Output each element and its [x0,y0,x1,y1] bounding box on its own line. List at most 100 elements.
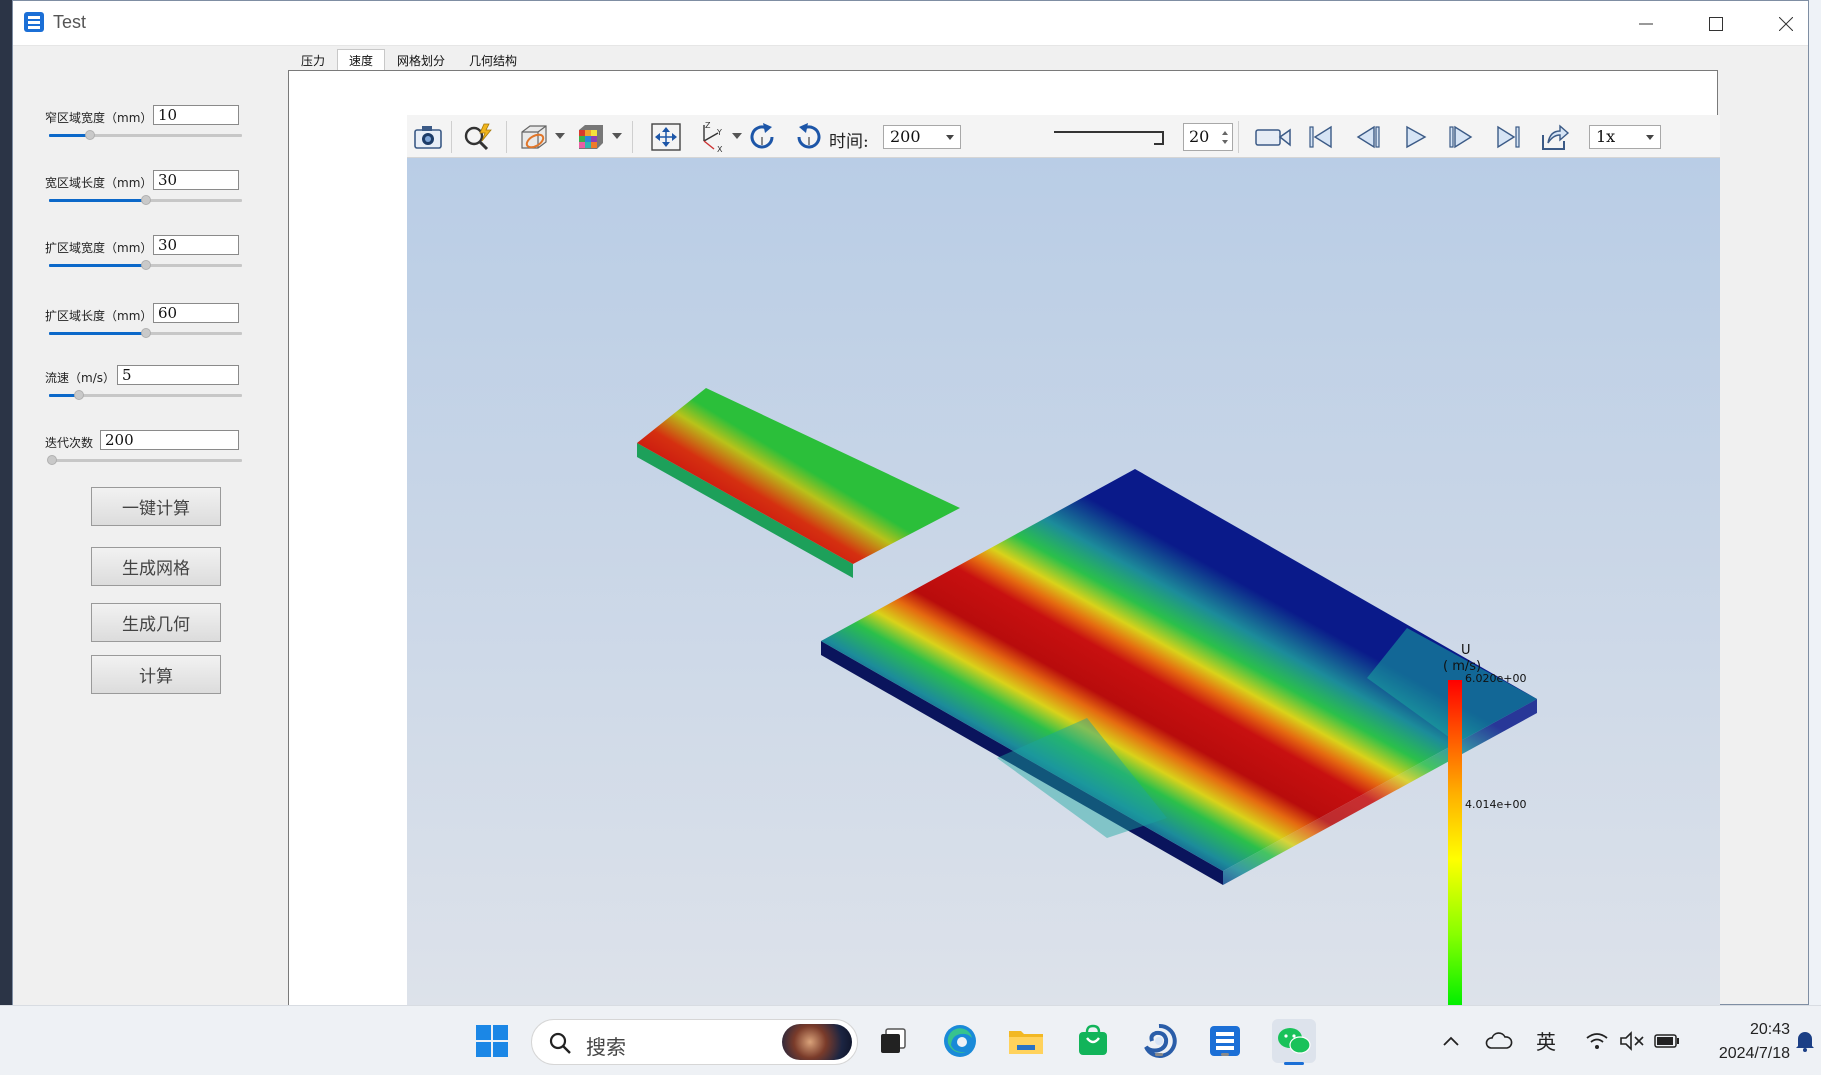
param-label: 窄区域宽度（mm） [45,111,153,125]
bell-icon [1796,1032,1814,1052]
toolbar-separator [1238,121,1239,153]
flow-speed-input[interactable]: 5 [117,365,239,385]
generate-geometry-button[interactable]: 生成几何 [91,603,221,642]
compute-button[interactable]: 计算 [91,655,221,694]
slider-thumb[interactable] [141,328,151,338]
last-frame-icon [1497,125,1520,149]
clock[interactable]: 20:43 2024/7/18 [1700,1018,1790,1066]
legend-max-label: 6.020e+00 [1465,672,1526,685]
app-swirl-button[interactable] [1139,1021,1179,1061]
notification-button[interactable] [1790,1021,1820,1061]
play-button[interactable] [1398,121,1432,153]
narrow-width-input[interactable]: 10 [153,105,239,125]
frame-slider[interactable] [1054,129,1172,145]
axes-orientation-button[interactable]: Z Y X [695,121,729,153]
iterations-slider[interactable] [47,455,242,465]
rotate-ccw-button[interactable] [792,121,826,153]
rotate-cw-button[interactable] [745,121,779,153]
zoom-select-button[interactable] [461,121,495,153]
axes-dropdown-arrow[interactable] [732,133,742,139]
fit-view-button[interactable] [649,121,683,153]
next-frame-button[interactable] [1444,121,1478,153]
tab-pressure[interactable]: 压力 [289,49,337,71]
toolbar-separator [506,121,507,153]
narrow-width-slider[interactable] [49,130,242,140]
first-frame-button[interactable] [1304,121,1338,153]
expand-width-input[interactable]: 30 [153,235,239,255]
volume-button[interactable] [1612,1021,1652,1061]
network-button[interactable] [1577,1021,1617,1061]
color-dropdown-arrow[interactable] [612,133,622,139]
slider-fill [49,332,146,335]
svg-text:Z: Z [705,121,711,130]
tab-geometry[interactable]: 几何结构 [457,49,529,71]
minimize-icon [1639,23,1653,24]
last-frame-button[interactable] [1491,121,1525,153]
screenshot-button[interactable] [411,121,445,153]
render-canvas[interactable]: U ( m/s) 6.020e+00 4.014e+00 [407,158,1720,1006]
maximize-button[interactable] [1681,1,1751,46]
frame-slider-track [1054,131,1164,133]
running-indicator [1155,1053,1163,1056]
expand-length-input[interactable]: 60 [153,303,239,323]
slider-thumb[interactable] [141,260,151,270]
prev-frame-icon [1356,125,1380,149]
play-icon [1406,125,1427,149]
speed-select[interactable]: 1x [1589,125,1661,149]
export-button[interactable] [1538,121,1572,153]
flow-speed-slider[interactable] [49,390,242,400]
file-explorer-button[interactable] [1006,1021,1046,1061]
export-icon [1542,124,1570,150]
spin-up-icon[interactable] [1222,131,1228,135]
frame-slider-tick [1154,143,1164,145]
slider-thumb[interactable] [85,130,95,140]
clip-dropdown-arrow[interactable] [555,133,565,139]
tab-velocity[interactable]: 速度 [337,49,386,71]
spin-down-icon[interactable] [1222,140,1228,144]
one-click-compute-button[interactable]: 一键计算 [91,487,221,526]
prev-frame-button[interactable] [1351,121,1385,153]
start-button[interactable] [472,1021,512,1061]
wide-length-input[interactable]: 30 [153,170,239,190]
close-icon [1779,16,1793,31]
store-button[interactable] [1073,1021,1113,1061]
fit-view-icon [651,123,681,151]
zoom-select-icon [464,123,492,151]
wide-length-slider[interactable] [49,195,242,205]
time-select[interactable]: 200 [883,125,961,149]
frame-spinbox-value: 20 [1189,127,1210,146]
expand-length-slider[interactable] [49,328,242,338]
windows-icon [476,1025,508,1057]
frame-spinbox[interactable]: 20 [1183,123,1233,151]
onedrive-button[interactable] [1479,1021,1519,1061]
tab-meshing[interactable]: 网格划分 [385,49,457,71]
legend-field-name: U [1461,643,1471,658]
taskbar-search[interactable]: 搜索 [531,1019,858,1065]
iterations-input[interactable]: 200 [100,430,239,450]
edge-button[interactable] [940,1021,980,1061]
slider-thumb[interactable] [141,195,151,205]
generate-mesh-button[interactable]: 生成网格 [91,547,221,586]
clip-box-button[interactable] [517,121,551,153]
record-icon [1255,128,1291,147]
battery-icon [1654,1034,1679,1048]
ime-indicator[interactable]: 英 [1536,1026,1556,1055]
next-frame-icon [1449,125,1473,149]
battery-button[interactable] [1647,1021,1687,1061]
show-hidden-icons-button[interactable] [1431,1021,1471,1061]
maximize-icon [1709,16,1723,31]
test-app-button[interactable] [1205,1021,1245,1061]
minimize-button[interactable] [1611,1,1681,46]
color-map-button[interactable] [574,121,608,153]
expand-width-slider[interactable] [49,260,242,270]
record-button[interactable] [1254,121,1292,153]
time-select-value: 200 [890,127,921,146]
task-view-button[interactable] [873,1021,913,1061]
close-button[interactable] [1751,1,1821,46]
slider-thumb[interactable] [74,390,84,400]
slider-thumb[interactable] [47,455,57,465]
parameter-panel: 窄区域宽度（mm） 10 宽区域长度（mm） 30 扩区域宽度（mm） 30 扩… [13,46,288,1006]
legend-mid-label: 4.014e+00 [1465,798,1526,811]
wechat-button[interactable] [1272,1019,1316,1065]
edge-icon [944,1025,976,1057]
